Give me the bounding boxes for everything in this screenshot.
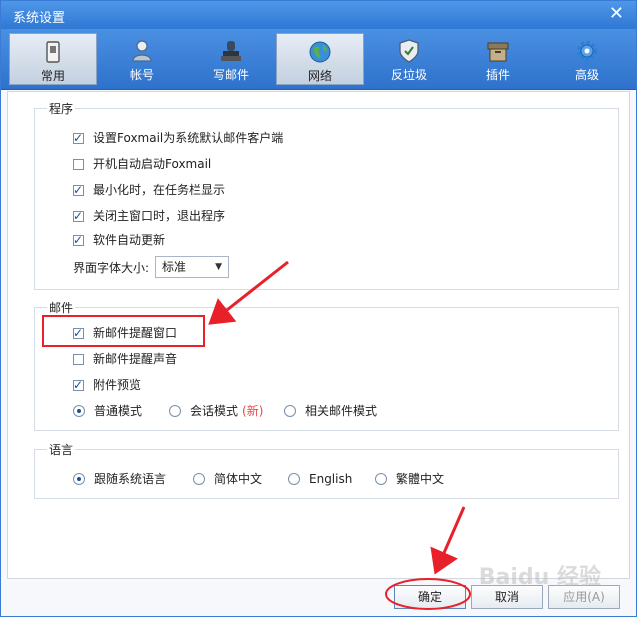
radio[interactable] <box>375 473 387 485</box>
checkbox[interactable] <box>73 181 84 199</box>
lang-simplified-chinese[interactable]: 简体中文 <box>193 470 262 488</box>
close-icon[interactable]: ✕ <box>609 4 624 24</box>
font-size-label: 界面字体大小: <box>73 261 150 275</box>
user-icon <box>132 40 152 62</box>
radio[interactable] <box>288 473 300 485</box>
checkbox[interactable] <box>73 353 84 365</box>
option-label: English <box>309 472 353 486</box>
radio[interactable] <box>284 405 296 417</box>
tab-advanced[interactable]: 高级 <box>543 33 631 85</box>
option-label: 会话模式 <box>190 404 239 418</box>
group-title: 邮件 <box>47 299 76 316</box>
option-label: 相关邮件模式 <box>305 404 378 418</box>
globe-icon <box>309 41 331 63</box>
option-label: 关闭主窗口时，退出程序 <box>93 209 226 223</box>
tab-compose[interactable]: 写邮件 <box>187 33 275 85</box>
tab-label: 帐号 <box>129 68 154 82</box>
title-bar: 系统设置 ✕ <box>1 1 636 29</box>
option-exit-on-close[interactable]: 关闭主窗口时，退出程序 <box>73 207 225 225</box>
mail-group: 邮件 新邮件提醒窗口 新邮件提醒声音 附件预览 普通模式 会话模式 (新) <box>34 299 619 431</box>
option-label: 新邮件提醒窗口 <box>93 326 178 340</box>
group-title: 程序 <box>47 100 76 117</box>
option-label: 繁體中文 <box>396 472 445 486</box>
lang-traditional-chinese[interactable]: 繁體中文 <box>375 470 444 488</box>
mode-related[interactable]: 相关邮件模式 <box>284 402 377 420</box>
option-label: 最小化时，在任务栏显示 <box>93 183 226 197</box>
ok-button[interactable]: 确定 <box>394 585 466 609</box>
settings-window: 系统设置 ✕ 常用 帐号 写邮件 网络 反垃圾 插件 高级 程序 ✓ 设置Fox… <box>0 0 637 617</box>
lang-follow-system[interactable]: 跟随系统语言 <box>73 470 166 488</box>
option-label: 附件预览 <box>93 378 142 392</box>
checkbox[interactable] <box>73 231 84 249</box>
tab-label: 写邮件 <box>212 68 249 82</box>
phone-icon <box>46 41 60 63</box>
option-autostart[interactable]: 开机自动启动Foxmail <box>73 155 211 173</box>
font-size-value: 标准 <box>162 260 187 274</box>
watermark-logo: Baidu 经验 <box>478 565 601 590</box>
tab-label: 插件 <box>485 68 510 82</box>
group-title: 语言 <box>47 441 76 458</box>
option-default-client[interactable]: 设置Foxmail为系统默认邮件客户端 <box>73 129 283 147</box>
checkbox[interactable] <box>73 129 84 147</box>
tab-label: 网络 <box>307 69 332 83</box>
chevron-down-icon: ▼ <box>215 262 222 272</box>
window-title: 系统设置 <box>13 11 66 26</box>
option-label: 软件自动更新 <box>93 233 166 247</box>
option-label: 设置Foxmail为系统默认邮件客户端 <box>93 131 284 145</box>
checkbox[interactable] <box>73 158 84 170</box>
option-label: 简体中文 <box>214 472 263 486</box>
option-label: 跟随系统语言 <box>94 472 167 486</box>
option-new-mail-window[interactable]: 新邮件提醒窗口 <box>73 324 177 342</box>
tab-plugins[interactable]: 插件 <box>454 33 542 85</box>
tab-network[interactable]: 网络 <box>276 33 364 85</box>
option-attachment-preview[interactable]: 附件预览 <box>73 376 141 394</box>
option-auto-update[interactable]: 软件自动更新 <box>73 231 165 249</box>
program-group: 程序 设置Foxmail为系统默认邮件客户端 开机自动启动Foxmail 最小化… <box>34 100 619 290</box>
option-label: 普通模式 <box>94 404 143 418</box>
option-taskbar-minimize[interactable]: 最小化时，在任务栏显示 <box>73 181 225 199</box>
checkbox[interactable] <box>73 207 84 225</box>
settings-panel: 程序 设置Foxmail为系统默认邮件客户端 开机自动启动Foxmail 最小化… <box>7 91 630 579</box>
radio[interactable] <box>169 405 181 417</box>
radio[interactable] <box>73 405 85 417</box>
tab-label: 高级 <box>574 68 599 82</box>
mode-normal[interactable]: 普通模式 <box>73 402 142 420</box>
tab-general[interactable]: 常用 <box>9 33 97 85</box>
checkbox[interactable] <box>73 324 84 342</box>
box-icon <box>487 42 509 62</box>
radio[interactable] <box>193 473 205 485</box>
new-badge: (新) <box>242 404 264 418</box>
option-label: 开机自动启动Foxmail <box>93 157 212 171</box>
shield-icon <box>399 39 419 63</box>
language-group: 语言 跟随系统语言 简体中文 English 繁體中文 <box>34 441 619 499</box>
option-new-mail-sound[interactable]: 新邮件提醒声音 <box>73 350 177 368</box>
settings-toolbar: 常用 帐号 写邮件 网络 反垃圾 插件 高级 <box>1 29 636 90</box>
mode-conversation[interactable]: 会话模式 (新) <box>169 402 263 420</box>
gear-icon <box>577 41 597 61</box>
tab-label: 反垃圾 <box>390 68 427 82</box>
lang-english[interactable]: English <box>288 470 352 488</box>
tab-label: 常用 <box>40 69 65 83</box>
checkbox[interactable] <box>73 376 84 394</box>
stamp-icon <box>221 41 241 61</box>
font-size-select[interactable]: 标准 ▼ <box>155 256 229 278</box>
radio[interactable] <box>73 473 85 485</box>
option-label: 新邮件提醒声音 <box>93 352 178 366</box>
tab-account[interactable]: 帐号 <box>98 33 186 85</box>
tab-antispam[interactable]: 反垃圾 <box>365 33 453 85</box>
